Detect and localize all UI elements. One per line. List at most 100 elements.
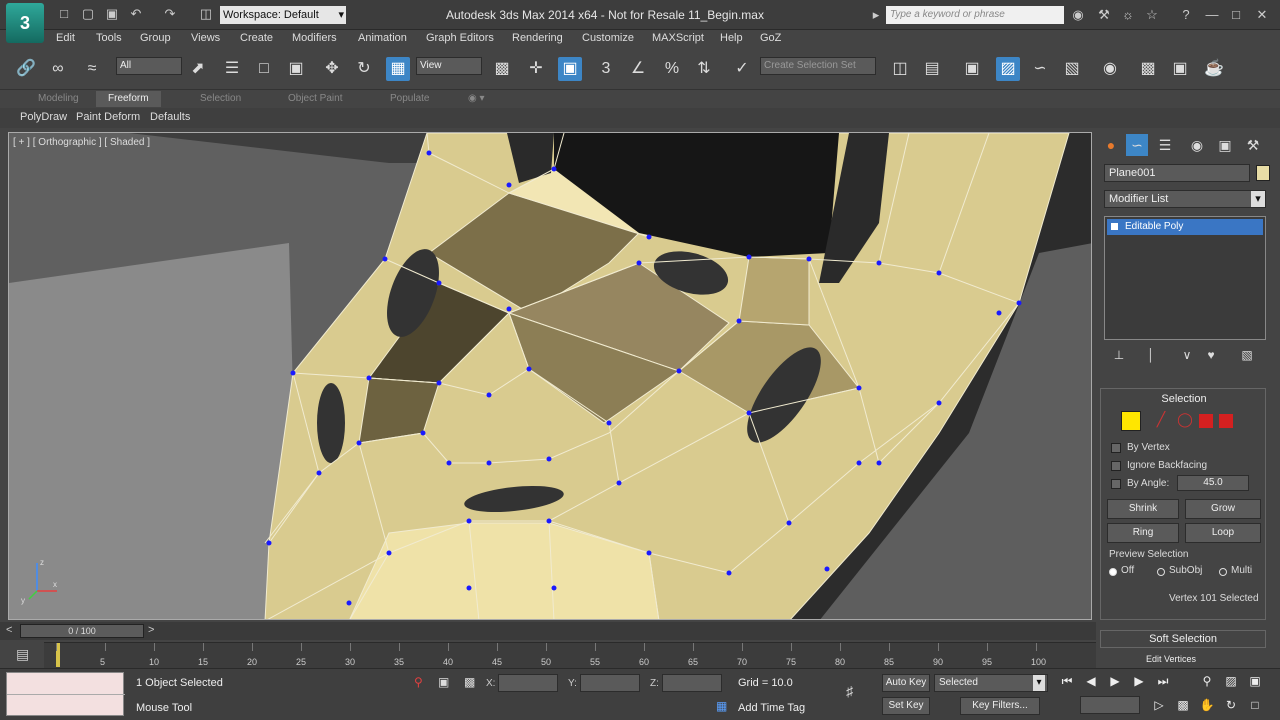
project-folder-icon[interactable]: ◫ — [198, 7, 214, 21]
orbit-icon[interactable]: ↻ — [1222, 696, 1240, 714]
close-icon[interactable]: ✕ — [1254, 7, 1270, 23]
material-editor-icon[interactable]: ◉ — [1098, 57, 1122, 81]
search-input[interactable]: Type a keyword or phrase — [886, 6, 1064, 24]
zoom-icon[interactable]: ⚲ — [1198, 672, 1216, 690]
mesh-canvas[interactable]: z x y — [9, 133, 1092, 620]
viewport-orthographic[interactable]: [ + ] [ Orthographic ] [ Shaded ] z x y — [8, 132, 1092, 620]
move-icon[interactable]: ✥ — [320, 57, 344, 81]
select-and-link-icon[interactable]: 🔗 — [14, 57, 38, 81]
key-icon[interactable]: ♯ — [846, 683, 853, 699]
add-time-tag-button[interactable]: Add Time Tag — [738, 702, 805, 714]
modifier-stack[interactable]: Editable Poly — [1104, 216, 1266, 340]
edit-vertices-rollout[interactable]: Edit Vertices — [1146, 654, 1196, 664]
border-level-icon[interactable]: ◯ — [1175, 411, 1195, 431]
pin-stack-icon[interactable]: ⊥ — [1110, 348, 1128, 364]
menu-create[interactable]: Create — [240, 32, 273, 44]
go-to-start-icon[interactable]: ⏮ — [1058, 672, 1076, 690]
z-coord-field[interactable] — [662, 674, 722, 692]
vertex-level-icon[interactable] — [1121, 411, 1141, 431]
app-logo-button[interactable]: 3 — [6, 3, 44, 43]
menu-edit[interactable]: Edit — [56, 32, 75, 44]
object-color-swatch[interactable] — [1256, 165, 1270, 181]
preview-off-radio[interactable] — [1109, 568, 1117, 576]
open-file-icon[interactable]: ▢ — [80, 7, 96, 21]
percent-snap-icon[interactable]: % — [660, 57, 684, 81]
menu-customize[interactable]: Customize — [582, 32, 634, 44]
maximize-viewport-icon[interactable]: □ — [1246, 696, 1264, 714]
save-file-icon[interactable]: ▣ — [104, 7, 120, 21]
menu-graph-editors[interactable]: Graph Editors — [426, 32, 494, 44]
tab-populate[interactable]: Populate — [378, 91, 441, 107]
render-production-icon[interactable]: ☕ — [1202, 57, 1226, 81]
soft-selection-rollout[interactable]: Soft Selection — [1100, 630, 1266, 648]
menu-modifiers[interactable]: Modifiers — [292, 32, 337, 44]
loop-button[interactable]: Loop — [1185, 523, 1261, 543]
stack-expand-icon[interactable] — [1111, 223, 1118, 230]
scale-icon[interactable]: ▦ — [386, 57, 410, 81]
configure-modifier-sets-icon[interactable]: ▧ — [1238, 348, 1256, 364]
maxscript-listener[interactable] — [6, 672, 125, 716]
tab-freeform[interactable]: Freeform — [96, 91, 161, 107]
element-level-icon[interactable] — [1219, 414, 1233, 428]
by-angle-checkbox[interactable] — [1111, 479, 1121, 489]
next-frame-icon[interactable]: > — [148, 624, 154, 636]
object-name-field[interactable]: Plane001 — [1104, 164, 1250, 182]
by-vertex-checkbox[interactable] — [1111, 443, 1121, 453]
menu-animation[interactable]: Animation — [358, 32, 407, 44]
by-angle-spinner[interactable]: 45.0 — [1177, 475, 1249, 491]
communication-icon[interactable]: ☼ — [1120, 7, 1136, 23]
manipulate-icon[interactable]: ✛ — [524, 57, 548, 81]
remove-modifier-icon[interactable]: ♥ — [1202, 348, 1220, 364]
ring-button[interactable]: Ring — [1107, 523, 1179, 543]
show-end-result-icon[interactable]: │ — [1142, 348, 1160, 364]
menu-group[interactable]: Group — [140, 32, 171, 44]
ignore-backfacing-checkbox[interactable] — [1111, 461, 1121, 471]
modifier-list-dropdown[interactable]: Modifier List ▾ — [1104, 190, 1266, 208]
modify-tab-icon[interactable]: ∽ — [1126, 134, 1148, 156]
undo-icon[interactable]: ↶ — [128, 7, 144, 21]
isolate-selection-icon[interactable]: ⚲ — [414, 675, 423, 689]
add-time-tag-icon[interactable]: ▦ — [716, 699, 727, 713]
motion-tab-icon[interactable]: ◉ — [1186, 134, 1208, 156]
preview-subobj-radio[interactable] — [1157, 568, 1165, 576]
select-object-icon[interactable]: ⬈ — [186, 57, 210, 81]
preview-multi-radio[interactable] — [1219, 568, 1227, 576]
angle-snap-icon[interactable]: ∠ — [626, 57, 650, 81]
auto-key-button[interactable]: Auto Key — [882, 674, 930, 692]
panel-paint-deform[interactable]: Paint Deform — [76, 111, 140, 123]
pivot-center-icon[interactable]: ▩ — [490, 57, 514, 81]
graphite-modeling-tools-icon[interactable]: ▨ — [996, 57, 1020, 81]
menu-views[interactable]: Views — [191, 32, 220, 44]
key-filters-button[interactable]: Key Filters... — [960, 697, 1040, 715]
grow-button[interactable]: Grow — [1185, 499, 1261, 519]
rotate-icon[interactable]: ↻ — [352, 57, 376, 81]
polygon-level-icon[interactable] — [1199, 414, 1213, 428]
hierarchy-tab-icon[interactable]: ☰ — [1154, 134, 1176, 156]
menu-help[interactable]: Help — [720, 32, 743, 44]
menu-maxscript[interactable]: MAXScript — [652, 32, 704, 44]
selection-lock-icon[interactable]: ▣ — [438, 675, 449, 689]
restore-icon[interactable]: □ — [1228, 7, 1244, 23]
set-key-button[interactable]: Set Key — [882, 697, 930, 715]
window-crossing-icon[interactable]: ▣ — [284, 57, 308, 81]
favorites-star-icon[interactable]: ☆ — [1144, 7, 1160, 23]
schematic-view-icon[interactable]: ▧ — [1060, 57, 1084, 81]
select-by-name-icon[interactable]: ☰ — [220, 57, 244, 81]
edge-level-icon[interactable]: ╱ — [1151, 411, 1171, 431]
panel-defaults[interactable]: Defaults — [150, 111, 190, 123]
spinner-snap-icon[interactable]: ⇅ — [692, 57, 716, 81]
bind-space-warp-icon[interactable]: ≈ — [80, 57, 104, 81]
menu-goz[interactable]: GoZ — [760, 32, 781, 44]
panel-polydraw[interactable]: PolyDraw — [20, 111, 67, 123]
shrink-button[interactable]: Shrink — [1107, 499, 1179, 519]
unlink-icon[interactable]: ∞ — [46, 57, 70, 81]
field-of-view-icon[interactable]: ▷ — [1150, 696, 1168, 714]
redo-icon[interactable]: ↷ — [162, 7, 178, 21]
menu-tools[interactable]: Tools — [96, 32, 122, 44]
render-setup-icon[interactable]: ▩ — [1136, 57, 1160, 81]
time-config-icon[interactable]: ▩ — [1174, 696, 1192, 714]
key-filter-selected-dropdown[interactable]: Selected ▾ — [934, 674, 1048, 692]
create-tab-icon[interactable]: ● — [1100, 134, 1122, 156]
trackbar[interactable]: 5 10 15 20 25 30 35 40 45 50 55 60 65 70 75 80 85 90 95 100 — [44, 642, 1096, 668]
binoculars-icon[interactable]: ◉ — [1070, 7, 1086, 23]
